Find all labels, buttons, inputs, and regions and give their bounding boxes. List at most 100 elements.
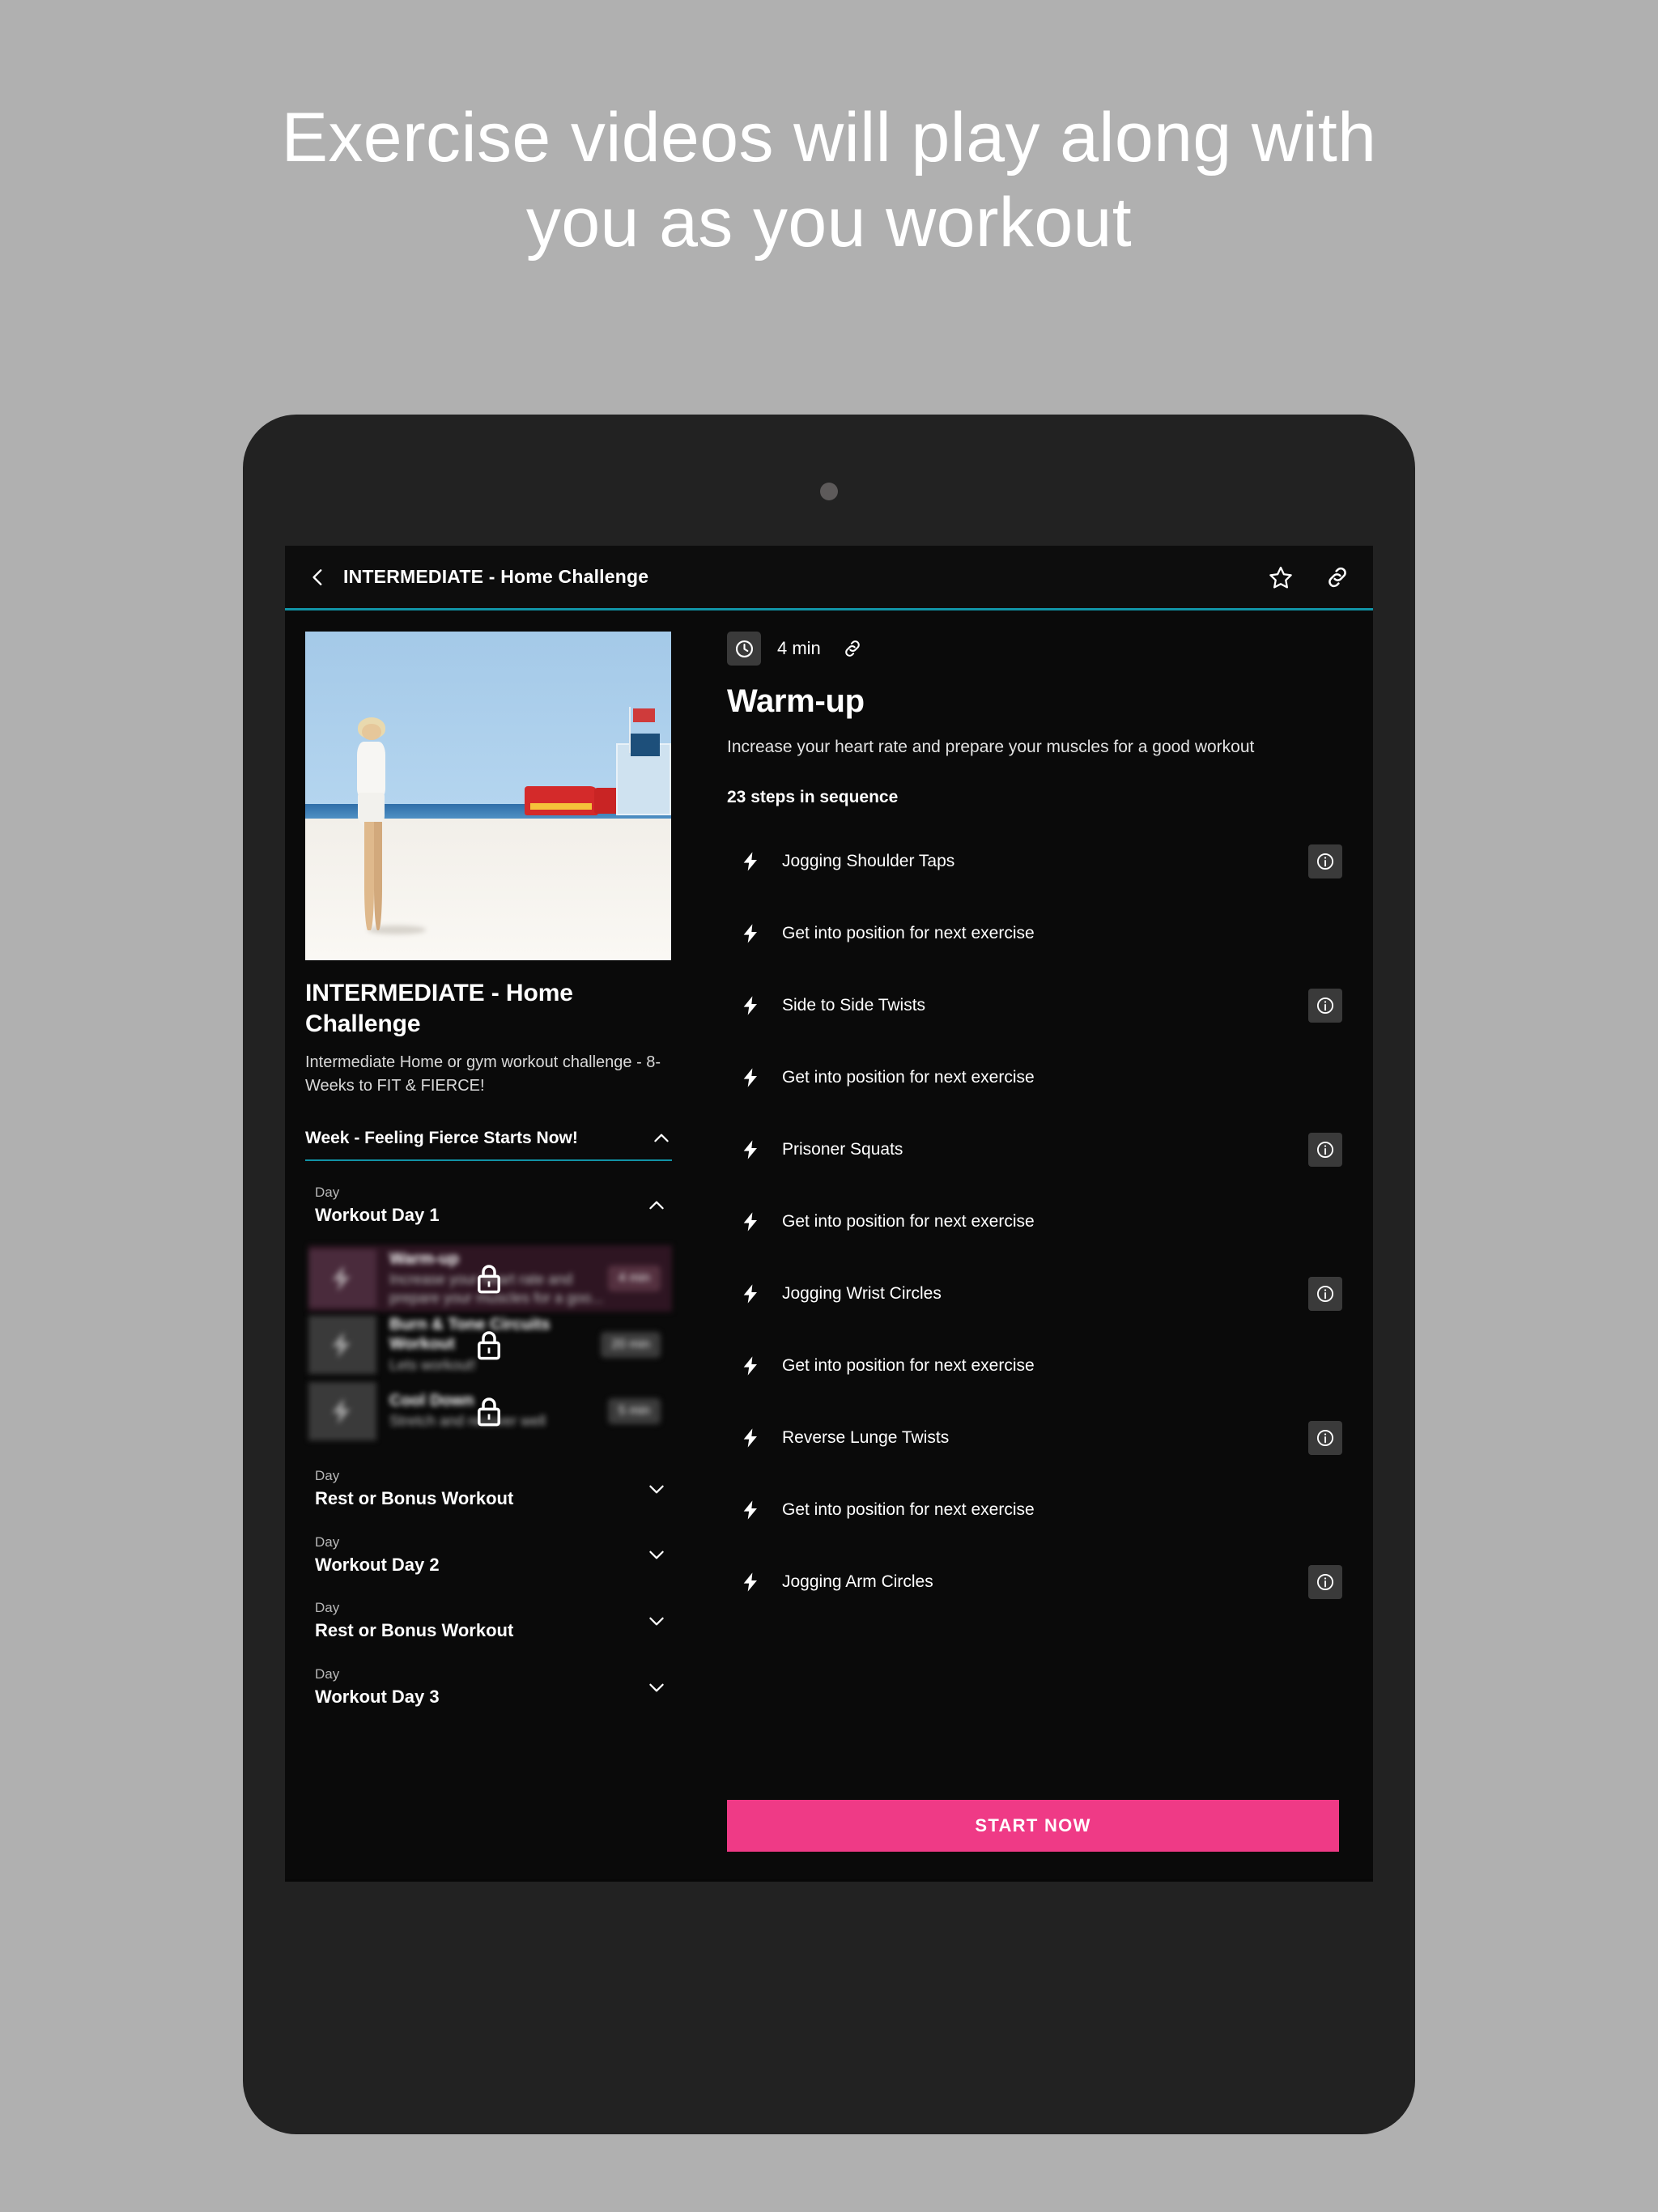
app-header: INTERMEDIATE - Home Challenge	[285, 546, 1373, 610]
chevron-down-icon	[649, 1551, 664, 1559]
day-name: Rest or Bonus Workout	[315, 1487, 514, 1508]
back-button[interactable]	[308, 567, 329, 588]
exercise-step-row[interactable]: Jogging Shoulder Taps	[727, 825, 1349, 897]
workout-meta-row: 4 min	[727, 632, 1349, 666]
day-kicker: Day	[315, 1184, 340, 1200]
exercise-name: Get into position for next exercise	[782, 1355, 1035, 1375]
bolt-icon	[743, 1427, 757, 1448]
workout-thumb	[308, 1249, 376, 1308]
exercise-step-row[interactable]: Reverse Lunge Twists	[727, 1402, 1349, 1474]
duration-badge	[727, 632, 761, 666]
person-shorts	[357, 792, 385, 826]
star-icon	[1269, 566, 1292, 589]
week-accordion-header[interactable]: Week - Feeling Fierce Starts Now!	[305, 1128, 672, 1161]
chevron-down-icon	[649, 1485, 664, 1494]
bolt-icon	[743, 851, 757, 871]
link-icon	[845, 640, 860, 657]
exercise-step-row[interactable]: Jogging Arm Circles	[727, 1546, 1349, 1618]
day-kicker: Day	[315, 1600, 340, 1616]
course-description: Intermediate Home or gym workout challen…	[305, 1053, 661, 1095]
bolt-icon	[332, 1265, 351, 1291]
course-title: INTERMEDIATE - Home Challenge	[305, 980, 573, 1038]
info-icon	[1316, 1285, 1334, 1302]
exercise-step-row[interactable]: Get into position for next exercise	[727, 1474, 1349, 1546]
exercise-name: Side to Side Twists	[782, 995, 926, 1015]
person-leg	[373, 822, 383, 931]
chevron-up-icon	[654, 1134, 669, 1142]
exercise-name: Prisoner Squats	[782, 1139, 903, 1159]
workout-detail-panel: 4 min Warm-up Increase your heart rate a…	[696, 610, 1373, 1879]
bolt-icon	[743, 923, 757, 943]
share-link-button[interactable]	[1324, 564, 1350, 590]
flagpole-icon	[629, 707, 631, 754]
exercise-step-row[interactable]: Side to Side Twists	[727, 969, 1349, 1041]
exercise-step-row[interactable]: Get into position for next exercise	[727, 1041, 1349, 1113]
bolt-icon	[743, 1355, 757, 1376]
tablet-screen: INTERMEDIATE - Home Challenge INTERMEDIA…	[285, 546, 1373, 1882]
exercise-name: Reverse Lunge Twists	[782, 1427, 950, 1447]
front-camera-icon	[820, 483, 838, 500]
workout-card-wrapper[interactable]: Burn & Tone Circuits Workout Lets workou…	[305, 1312, 672, 1378]
app-title: INTERMEDIATE - Home Challenge	[343, 566, 649, 587]
exercise-name: Get into position for next exercise	[782, 923, 1035, 942]
chevron-down-icon	[649, 1683, 664, 1692]
bolt-icon	[743, 1499, 757, 1520]
exercise-step-row[interactable]: Prisoner Squats	[727, 1113, 1349, 1185]
exercise-info-button[interactable]	[1308, 844, 1342, 878]
steps-count-label: 23 steps in sequence	[727, 788, 899, 806]
workout-title: Warm-up	[727, 683, 865, 719]
bolt-icon	[743, 1211, 757, 1231]
bolt-icon	[743, 1572, 757, 1592]
exercise-name: Get into position for next exercise	[782, 1499, 1035, 1519]
day-accordion-header[interactable]: Day Rest or Bonus Workout	[305, 1444, 672, 1511]
day-kicker: Day	[315, 1467, 340, 1483]
lock-icon	[477, 1397, 500, 1427]
exercise-step-row[interactable]: Jogging Wrist Circles	[727, 1257, 1349, 1329]
workout-card-wrapper[interactable]: Cool Down Stretch and recover well 5 min	[305, 1378, 672, 1444]
day-name: Rest or Bonus Workout	[315, 1620, 514, 1641]
tablet-device-frame: INTERMEDIATE - Home Challenge INTERMEDIA…	[243, 415, 1415, 2134]
duration-text: 4 min	[777, 638, 821, 658]
lock-icon	[477, 1330, 500, 1360]
promo-headline: Exercise videos will play along with you…	[281, 99, 1377, 262]
workout-card-wrapper[interactable]: Warm-up Increase your heart rate and pre…	[305, 1244, 672, 1312]
start-now-button[interactable]: START NOW	[727, 1800, 1339, 1852]
day-name: Workout Day 2	[315, 1554, 440, 1575]
workout-duration: 20 min	[600, 1331, 661, 1358]
exercise-info-button[interactable]	[1308, 988, 1342, 1023]
lock-icon	[477, 1264, 500, 1294]
day-accordion-header[interactable]: Day Workout Day 2	[305, 1511, 672, 1577]
day-accordion-header[interactable]: Day Rest or Bonus Workout	[305, 1576, 672, 1643]
info-icon	[1316, 1141, 1334, 1158]
bolt-icon	[743, 1067, 757, 1087]
chevron-up-icon	[649, 1201, 664, 1210]
exercise-step-list: Jogging Shoulder Taps Get into position …	[727, 825, 1349, 1618]
exercise-info-button[interactable]	[1308, 1132, 1342, 1167]
workout-duration: 5 min	[607, 1397, 661, 1424]
exercise-info-button[interactable]	[1308, 1420, 1342, 1455]
chevron-left-icon	[312, 568, 322, 585]
share-workout-button[interactable]	[837, 638, 863, 659]
clock-icon	[735, 640, 753, 657]
info-icon	[1316, 1573, 1334, 1590]
exercise-name: Jogging Shoulder Taps	[782, 851, 955, 870]
workout-duration: 4 min	[607, 1265, 661, 1291]
day-accordion-header[interactable]: Day Workout Day 1	[305, 1161, 672, 1227]
bolt-icon	[743, 1283, 757, 1304]
exercise-info-button[interactable]	[1308, 1564, 1342, 1599]
week-label: Week - Feeling Fierce Starts Now!	[305, 1128, 578, 1147]
person-top	[357, 742, 385, 798]
day-kicker: Day	[315, 1666, 340, 1682]
exercise-step-row[interactable]: Get into position for next exercise	[727, 1329, 1349, 1402]
day-kicker: Day	[315, 1534, 340, 1550]
course-hero-image	[305, 632, 671, 960]
exercise-info-button[interactable]	[1308, 1276, 1342, 1311]
info-icon	[1316, 1429, 1334, 1446]
exercise-step-row[interactable]: Get into position for next exercise	[727, 897, 1349, 969]
favorite-button[interactable]	[1268, 564, 1294, 590]
exercise-step-row[interactable]: Get into position for next exercise	[727, 1185, 1349, 1257]
info-icon	[1316, 853, 1334, 870]
flag-icon	[632, 708, 655, 722]
chevron-down-icon	[649, 1617, 664, 1626]
day-accordion-header[interactable]: Day Workout Day 3	[305, 1643, 672, 1709]
